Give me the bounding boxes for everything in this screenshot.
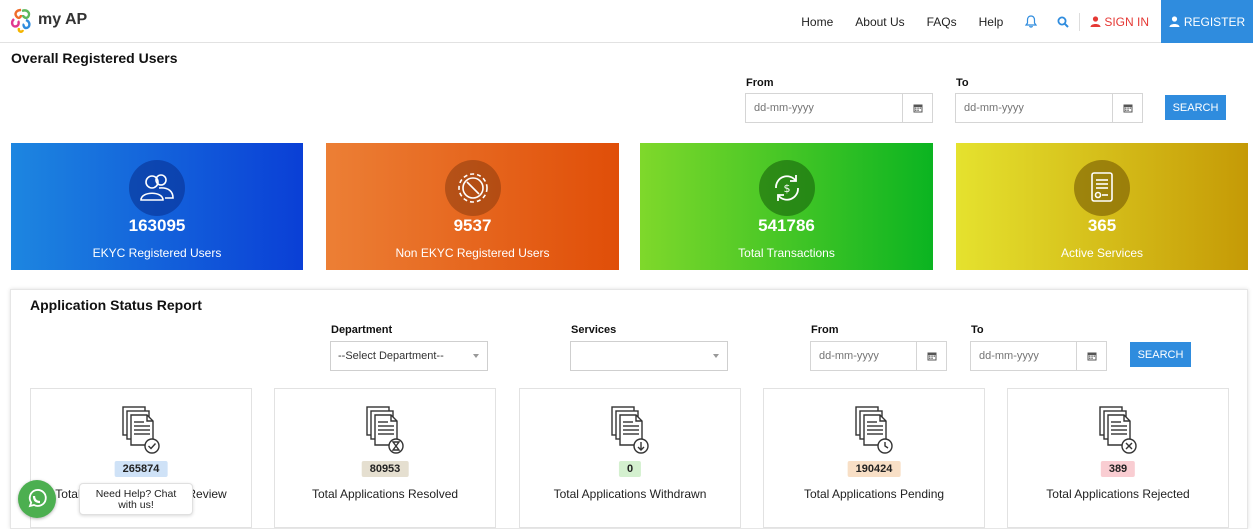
status-from-date[interactable] bbox=[810, 341, 947, 371]
stat-label: Active Services bbox=[1060, 246, 1144, 260]
stat-card-ekyc: 163095 EKYC Registered Users bbox=[11, 143, 303, 270]
overall-from-date[interactable] bbox=[745, 93, 933, 123]
overall-to-label: To bbox=[956, 77, 969, 89]
stat-value: 163095 bbox=[128, 216, 186, 235]
nav-divider bbox=[1079, 12, 1081, 31]
stat-value: 541786 bbox=[758, 216, 815, 235]
card-label: Total Applications Pending bbox=[803, 487, 945, 501]
status-to-label: To bbox=[971, 324, 984, 336]
department-label: Department bbox=[331, 324, 393, 336]
brand-name: my AP bbox=[38, 11, 88, 28]
stat-label: Non EKYC Registered Users bbox=[395, 246, 550, 260]
stat-card-non-ekyc: 9537 Non EKYC Registered Users bbox=[326, 143, 619, 270]
overall-title: Overall Registered Users bbox=[11, 50, 178, 66]
count-badge: 80953 bbox=[361, 461, 409, 477]
nav-help[interactable]: Help bbox=[979, 15, 1004, 29]
status-title: Application Status Report bbox=[30, 297, 202, 313]
app-card-withdrawn: 0 Total Applications Withdrawn bbox=[519, 388, 741, 528]
nav-about-us[interactable]: About Us bbox=[855, 15, 904, 29]
count-badge: 265874 bbox=[114, 461, 168, 477]
stat-card-transactions: $ 541786 Total Transactions bbox=[640, 143, 933, 270]
calendar-icon[interactable] bbox=[902, 94, 932, 122]
user-icon bbox=[1090, 16, 1101, 27]
help-chat-bubble[interactable]: Need Help? Chat with us! bbox=[79, 483, 193, 515]
count-badge: 389 bbox=[1100, 461, 1136, 477]
main-nav: Home About Us FAQs Help SIGN IN REGISTER bbox=[801, 0, 1253, 43]
register-label: REGISTER bbox=[1183, 14, 1246, 29]
bell-icon[interactable] bbox=[1025, 15, 1038, 28]
overall-to-input[interactable] bbox=[956, 94, 1112, 122]
document-icon bbox=[1074, 160, 1130, 216]
stat-label: Total Transactions bbox=[738, 246, 835, 260]
whatsapp-icon bbox=[28, 489, 47, 508]
chevron-down-icon bbox=[713, 354, 719, 358]
app-card-rejected: 389 Total Applications Rejected bbox=[1007, 388, 1229, 528]
stat-value: 365 bbox=[1087, 216, 1117, 235]
count-badge: 0 bbox=[618, 461, 642, 477]
overall-search-button[interactable]: SEARCH bbox=[1165, 95, 1226, 120]
doc-hourglass-icon bbox=[366, 406, 404, 454]
doc-check-icon bbox=[122, 406, 160, 454]
department-select[interactable]: --Select Department-- bbox=[330, 341, 488, 371]
doc-clock-icon bbox=[855, 406, 893, 454]
nav-home[interactable]: Home bbox=[801, 15, 833, 29]
transactions-icon: $ bbox=[758, 160, 815, 216]
app-card-resolved: 80953 Total Applications Resolved bbox=[274, 388, 496, 528]
svg-text:$: $ bbox=[783, 182, 790, 195]
whatsapp-chat-button[interactable] bbox=[18, 480, 56, 518]
status-search-button[interactable]: SEARCH bbox=[1130, 342, 1191, 367]
sign-in-label: SIGN IN bbox=[1104, 14, 1149, 29]
stat-value: 9537 bbox=[453, 216, 492, 235]
doc-cancel-icon bbox=[1099, 406, 1137, 454]
help-line-2: with us! bbox=[118, 499, 154, 511]
calendar-icon[interactable] bbox=[1076, 342, 1106, 370]
stat-card-active-services: 365 Active Services bbox=[956, 143, 1248, 270]
nav-faqs[interactable]: FAQs bbox=[927, 15, 957, 29]
services-select[interactable] bbox=[570, 341, 728, 371]
count-badge: 190424 bbox=[847, 461, 901, 477]
status-from-input[interactable] bbox=[811, 342, 916, 370]
status-to-input[interactable] bbox=[971, 342, 1076, 370]
overall-from-label: From bbox=[746, 77, 774, 89]
doc-download-icon bbox=[611, 406, 649, 454]
status-from-label: From bbox=[811, 324, 839, 336]
card-label: Total Applications Withdrawn bbox=[553, 487, 707, 501]
gear-cancel-icon bbox=[444, 160, 501, 216]
status-to-date[interactable] bbox=[970, 341, 1107, 371]
card-label: Total Applications Resolved bbox=[311, 487, 459, 501]
calendar-icon[interactable] bbox=[916, 342, 946, 370]
app-card-pending: 190424 Total Applications Pending bbox=[763, 388, 985, 528]
card-label: Total Applications Rejected bbox=[1046, 487, 1190, 501]
department-value: --Select Department-- bbox=[338, 350, 444, 362]
users-icon bbox=[129, 160, 185, 216]
services-label: Services bbox=[571, 324, 617, 336]
overall-to-date[interactable] bbox=[955, 93, 1143, 123]
user-icon bbox=[1169, 16, 1180, 27]
stat-label: EKYC Registered Users bbox=[92, 246, 222, 260]
search-icon[interactable] bbox=[1057, 16, 1070, 28]
calendar-icon[interactable] bbox=[1112, 94, 1142, 122]
register-button[interactable]: REGISTER bbox=[1161, 0, 1253, 43]
sign-in-link[interactable]: SIGN IN bbox=[1090, 15, 1149, 29]
top-header: my AP Home About Us FAQs Help SIGN IN RE… bbox=[0, 0, 1253, 43]
overall-from-input[interactable] bbox=[746, 94, 902, 122]
brand-logo[interactable]: my AP bbox=[8, 6, 87, 34]
logo-icon bbox=[10, 8, 31, 33]
chevron-down-icon bbox=[473, 354, 479, 358]
